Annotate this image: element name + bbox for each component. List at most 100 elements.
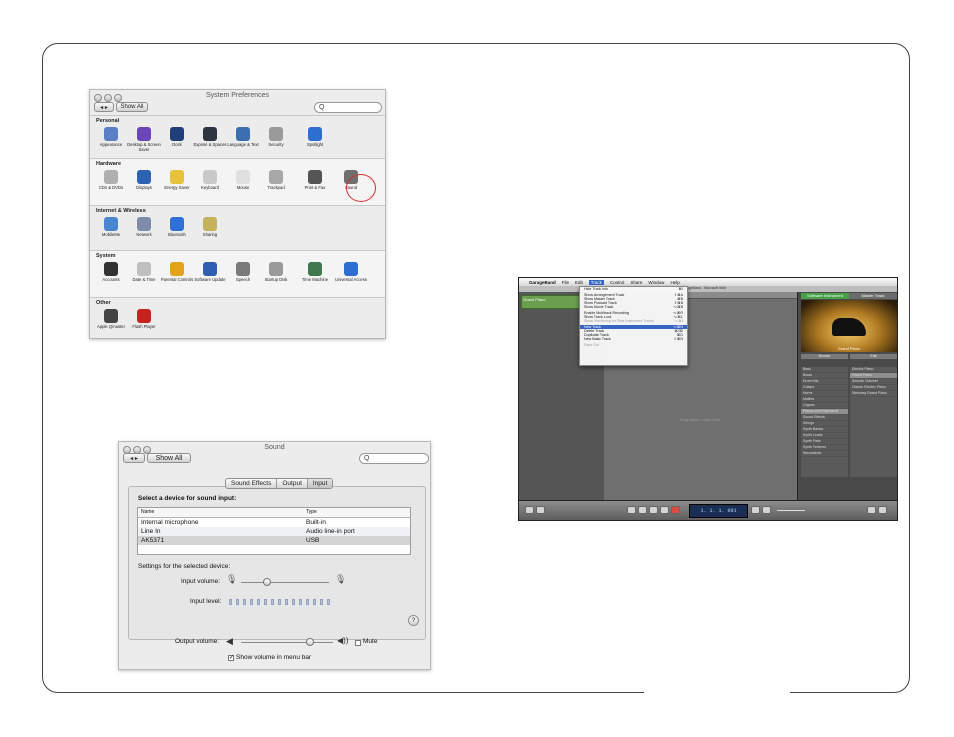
pref-pane-desktop-screen-saver[interactable]: Desktop & Screen Saver — [127, 127, 161, 152]
window-title: System Preferences — [205, 92, 270, 99]
menu-garageband[interactable]: GarageBand — [529, 280, 556, 285]
go-to-beginning-button[interactable] — [627, 506, 636, 514]
browse-button[interactable]: Browse — [801, 354, 848, 359]
section-label: Personal — [96, 118, 120, 124]
mouse-icon — [236, 170, 250, 184]
pref-pane-bluetooth[interactable]: Bluetooth — [160, 217, 194, 237]
list-item[interactable]: Steinway Grand Piano — [850, 391, 897, 397]
menu-window[interactable]: Window — [648, 280, 664, 285]
pref-pane-language-text[interactable]: Language & Text — [226, 127, 260, 147]
table-row[interactable]: AK5371 USB — [138, 536, 410, 545]
pref-pane-displays[interactable]: Displays — [127, 170, 161, 190]
output-volume-slider[interactable] — [241, 642, 333, 643]
sound-preferences-window: Sound ◂ ▸ Show All Q Sound Effects Outpu… — [118, 441, 431, 670]
record-button[interactable] — [671, 506, 680, 514]
pref-pane-label: Speech — [235, 277, 251, 282]
add-track-button[interactable] — [525, 506, 534, 514]
transport-bar: 1. 1. 1. 001 — [519, 500, 897, 520]
play-button[interactable] — [660, 506, 669, 514]
fast-forward-button[interactable] — [649, 506, 658, 514]
pref-pane-network[interactable]: Network — [127, 217, 161, 237]
instrument-lists: Bass Brass Drum Kits Guitars Horns Mallets Org… — [801, 367, 897, 477]
pref-pane-speech[interactable]: Speech — [226, 262, 260, 282]
browse-edit-buttons: Browse Edit — [801, 354, 897, 359]
pref-pane-print-fax[interactable]: Print & Fax — [298, 170, 332, 190]
metronome-button[interactable] — [762, 506, 771, 514]
show-all-button[interactable]: Show All — [116, 102, 148, 112]
back-forward-buttons[interactable]: ◂ ▸ — [123, 453, 145, 463]
pref-pane-apple-qmaster[interactable]: Apple Qmaster — [94, 309, 128, 329]
pref-pane-parental-controls[interactable]: Parental Controls — [160, 262, 194, 282]
level-segment — [320, 599, 323, 605]
pref-pane-label: Bluetooth — [168, 232, 186, 237]
pref-pane-flash-player[interactable]: Flash Player — [127, 309, 161, 329]
pref-pane-mouse[interactable]: Mouse — [226, 170, 260, 190]
pref-pane-spotlight[interactable]: Spotlight — [298, 127, 332, 147]
search-field[interactable]: Q — [314, 102, 382, 113]
pref-pane-appearance[interactable]: Appearance — [94, 127, 128, 147]
pref-pane-label: Trackpad — [267, 185, 285, 190]
menu-control[interactable]: Control — [610, 280, 625, 285]
level-segment — [327, 599, 330, 605]
sharing-icon — [203, 217, 217, 231]
search-field[interactable]: Q — [359, 453, 429, 464]
keyboard-icon — [203, 170, 217, 184]
track-header[interactable]: Grand Piano — [521, 295, 583, 309]
pref-pane-security[interactable]: Security — [259, 127, 293, 147]
pref-pane-sharing[interactable]: Sharing — [193, 217, 227, 237]
mute-checkbox[interactable] — [355, 640, 361, 646]
pref-pane-cds-dvds[interactable]: CDs & DVDs — [94, 170, 128, 190]
pref-pane-mobileme[interactable]: MobileMe — [94, 217, 128, 237]
sound-highlight-circle — [346, 174, 376, 202]
expose-icon — [203, 127, 217, 141]
level-segment — [229, 599, 232, 605]
table-row[interactable]: Internal microphone Built-in — [138, 518, 410, 527]
rewind-button[interactable] — [638, 506, 647, 514]
loop-browser-button[interactable] — [536, 506, 545, 514]
help-button[interactable]: ? — [408, 615, 419, 626]
edit-button[interactable]: Edit — [850, 354, 897, 359]
pref-pane-accounts[interactable]: Accounts — [94, 262, 128, 282]
menu-track[interactable]: Track — [588, 279, 604, 285]
level-segment — [236, 599, 239, 605]
tab-sound-effects[interactable]: Sound Effects — [226, 479, 278, 488]
show-volume-checkbox[interactable]: ✓ — [228, 655, 234, 661]
output-volume-knob[interactable] — [306, 638, 314, 646]
tab-software-instrument[interactable]: Software Instrument — [801, 293, 849, 299]
bluetooth-icon — [170, 217, 184, 231]
microphone-icon — [236, 262, 250, 276]
table-row[interactable]: Line In Audio line-in port — [138, 527, 410, 536]
pref-pane-trackpad[interactable]: Trackpad — [259, 170, 293, 190]
cycle-button[interactable] — [751, 506, 760, 514]
track-name: Grand Piano — [523, 297, 546, 302]
media-browser-button[interactable] — [878, 506, 887, 514]
pref-pane-time-machine[interactable]: Time Machine — [298, 262, 332, 282]
pref-pane-dock[interactable]: Dock — [160, 127, 194, 147]
menu-share[interactable]: Share — [630, 280, 642, 285]
tab-master-track[interactable]: Master Track — [849, 293, 897, 299]
pref-pane-energy-saver[interactable]: Energy Saver — [160, 170, 194, 190]
back-forward-buttons[interactable]: ◂ ▸ — [94, 102, 114, 112]
list-item[interactable]: Woodwinds — [801, 451, 848, 457]
pref-pane-date-time[interactable]: Date & Time — [127, 262, 161, 282]
pref-pane-label: Print & Fax — [304, 185, 326, 190]
accounts-icon — [104, 262, 118, 276]
time-display[interactable]: 1. 1. 1. 001 — [689, 504, 748, 518]
master-volume-slider[interactable] — [777, 510, 805, 511]
pref-pane-expos-spaces[interactable]: Exposé & Spaces — [193, 127, 227, 147]
appearance-icon — [104, 127, 118, 141]
menu-edit[interactable]: Edit — [575, 280, 583, 285]
input-volume-slider[interactable] — [241, 582, 329, 583]
pref-pane-startup-disk[interactable]: Startup Disk — [259, 262, 293, 282]
menu-help[interactable]: Help — [670, 280, 679, 285]
instrument-name: Grand Piano — [837, 346, 861, 351]
tab-input[interactable]: Input — [307, 479, 333, 488]
menu-file[interactable]: File — [562, 280, 569, 285]
pref-pane-keyboard[interactable]: Keyboard — [193, 170, 227, 190]
pref-pane-universal-access[interactable]: Universal Access — [334, 262, 368, 282]
pref-pane-software-update[interactable]: Software Update — [193, 262, 227, 282]
track-info-button[interactable] — [867, 506, 876, 514]
tab-output[interactable]: Output — [277, 479, 308, 488]
show-all-button[interactable]: Show All — [147, 453, 191, 463]
pref-pane-label: Network — [136, 232, 152, 237]
